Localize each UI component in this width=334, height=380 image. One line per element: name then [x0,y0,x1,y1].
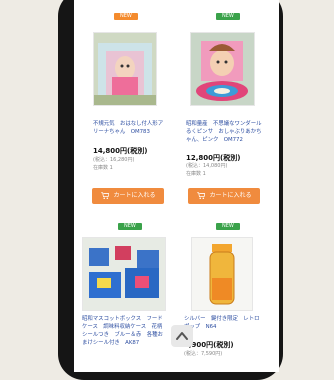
product-title[interactable]: 昭和マスコットボックス フードケース 調味料収納ケース 花柄シールつき ブルー＆… [82,315,166,347]
product-image[interactable] [82,237,166,311]
cart-icon [196,192,205,199]
product-title[interactable]: 不規元気 おはなし付人形アリーナちゃん OM783 [93,120,168,136]
cart-button-label: カートに入れる [209,192,252,199]
boxes-photo [83,238,165,310]
jar-photo [192,238,252,310]
product-image[interactable] [93,32,157,106]
scroll-to-top-button[interactable] [171,325,193,347]
new-badge: NEW [216,13,240,20]
product-image[interactable] [191,237,253,311]
new-badge: NEW [118,223,142,230]
doll-photo [191,33,254,105]
cart-icon [100,192,109,199]
doll-photo [94,33,156,105]
product-tax-price: (税込：16,280円) [93,157,135,163]
product-card[interactable]: NEW 昭和量産 不思議なワンダールるくピンサ おしゃぶりあかちゃん、ピンク O… [182,0,278,220]
product-grid: NEW 不規元気 おはなし付人形アリーナちゃん OM783 14,800円(税別… [74,0,279,372]
product-tax-price: (税込：7,590円) [184,351,223,357]
new-badge: NEW [114,13,138,20]
product-title[interactable]: 昭和量産 不思議なワンダールるくピンサ おしゃぶりあかちゃん、ピンク OM772 [186,120,262,144]
chevron-up-icon [176,332,188,340]
new-badge: NEW [216,223,240,230]
product-list-screen: NEW 不規元気 おはなし付人形アリーナちゃん OM783 14,800円(税別… [74,0,279,372]
product-card[interactable]: NEW シルバー 鍵付き限定 レトロポップ N64 6,900円(税別) (税込… [182,215,278,372]
add-to-cart-button[interactable]: カートに入れる [188,188,260,204]
product-stock: 在庫数 1 [186,171,206,177]
product-tax-price: (税込：14,080円) [186,163,228,169]
product-title[interactable]: シルバー 鍵付き限定 レトロポップ N64 [184,315,260,331]
product-stock: 在庫数 1 [93,165,113,171]
product-card[interactable]: NEW 不規元気 おはなし付人形アリーナちゃん OM783 14,800円(税別… [74,0,170,220]
product-price: 14,800円(税別) [93,147,148,155]
product-image[interactable] [190,32,255,106]
product-card[interactable]: NEW 昭和マスコットボックス フードケース 調味料収納ケース 花柄シールつき … [74,215,170,372]
cart-button-label: カートに入れる [113,192,156,199]
add-to-cart-button[interactable]: カートに入れる [92,188,164,204]
